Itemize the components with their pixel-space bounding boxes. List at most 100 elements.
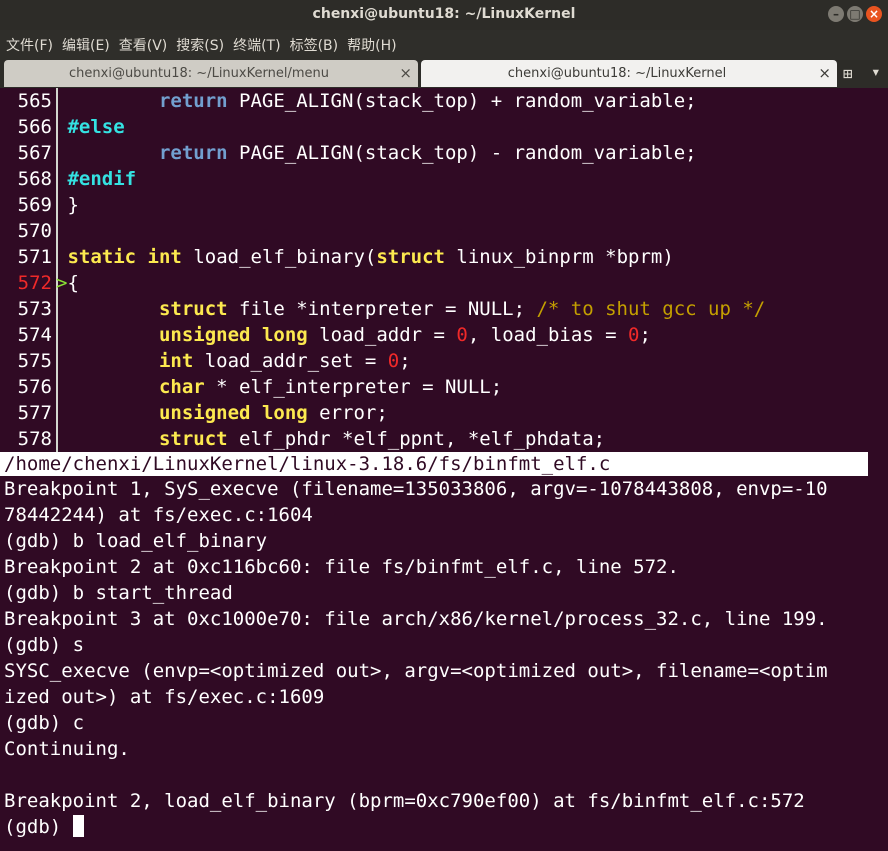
current-line-marker: >	[56, 272, 68, 294]
tab-label: chenxi@ubuntu18: ~/LinuxKernel	[507, 66, 727, 81]
source-code: }	[56, 192, 79, 218]
tab-linuxkernel[interactable]: chenxi@ubuntu18: ~/LinuxKernel ×	[421, 60, 837, 87]
gdb-output-line: Breakpoint 1, SyS_execve (filename=13503…	[4, 478, 828, 500]
code-token: int	[147, 246, 182, 268]
code-token: unsigned	[158, 324, 251, 346]
line-number: 566	[17, 116, 52, 138]
source-code: #else	[56, 114, 125, 140]
menu-view[interactable]: 查看(V)	[119, 35, 168, 55]
terminal-area[interactable]: 565 return PAGE_ALIGN(stack_top) + rando…	[0, 88, 888, 851]
source-code: #endif	[56, 166, 136, 192]
window-titlebar[interactable]: chenxi@ubuntu18: ~/LinuxKernel – □ ×	[0, 0, 888, 30]
line-number: 572	[17, 272, 52, 294]
code-token: return	[158, 142, 228, 164]
line-number: 571	[17, 246, 52, 268]
code-token: long	[261, 402, 308, 424]
code-token: {	[67, 272, 79, 294]
line-number: 574	[17, 324, 52, 346]
menu-edit[interactable]: 编辑(E)	[62, 35, 110, 55]
source-code: unsigned long error;	[56, 400, 388, 426]
minimize-button[interactable]: –	[828, 6, 844, 22]
code-token: }	[67, 194, 79, 216]
code-token: elf_phdr *elf_ppnt, *elf_phdata;	[227, 428, 606, 450]
line-number: 576	[17, 376, 52, 398]
close-tab-icon[interactable]: ×	[818, 64, 831, 82]
gdb-output-line: (gdb) s	[4, 634, 85, 656]
gdb-output-line: Continuing.	[4, 738, 130, 760]
code-token: unsigned	[158, 402, 251, 424]
gdb-output-line: (gdb) c	[4, 712, 85, 734]
code-token: * elf_interpreter = NULL;	[204, 376, 503, 398]
gdb-output-line: (gdb)	[4, 814, 84, 840]
source-code: return PAGE_ALIGN(stack_top) - random_va…	[56, 140, 697, 166]
line-number: 573	[17, 298, 52, 320]
tab-menu-icon[interactable]: ▾	[871, 62, 881, 81]
code-token: PAGE_ALIGN(stack_top) - random_variable;	[227, 142, 697, 164]
gdb-output-line: Breakpoint 2, load_elf_binary (bprm=0xc7…	[4, 790, 805, 812]
line-number: 577	[17, 402, 52, 424]
code-token: 0	[387, 350, 400, 372]
close-tab-icon[interactable]: ×	[399, 64, 412, 82]
code-token: ;	[399, 350, 411, 372]
code-token: ;	[639, 324, 651, 346]
line-number: 569	[17, 194, 52, 216]
code-token: #endif	[67, 168, 137, 190]
code-token: PAGE_ALIGN(stack_top) + random_variable;	[227, 90, 697, 112]
code-token: struct	[158, 298, 228, 320]
code-token: linux_binprm *bprm)	[444, 246, 674, 268]
tab-bar: chenxi@ubuntu18: ~/LinuxKernel/menu × ch…	[0, 60, 888, 88]
menu-file[interactable]: 文件(F)	[6, 35, 53, 55]
code-token: static	[67, 246, 137, 268]
line-number: 575	[17, 350, 52, 372]
source-file-path: /home/chenxi/LinuxKernel/linux-3.18.6/fs…	[0, 452, 868, 476]
code-token: struct	[158, 428, 228, 450]
menu-help[interactable]: 帮助(H)	[347, 35, 396, 55]
code-token: return	[158, 90, 228, 112]
gdb-output-line: Breakpoint 2 at 0xc116bc60: file fs/binf…	[4, 556, 679, 578]
source-code: static int load_elf_binary(struct linux_…	[56, 244, 674, 270]
close-button[interactable]: ×	[866, 6, 882, 22]
source-code: int load_addr_set = 0;	[56, 348, 411, 374]
source-code: return PAGE_ALIGN(stack_top) + random_va…	[56, 88, 697, 114]
gdb-output-line: (gdb) b start_thread	[4, 582, 233, 604]
menu-bar: 文件(F) 编辑(E) 查看(V) 搜索(S) 终端(T) 标签(B) 帮助(H…	[0, 30, 888, 60]
new-tab-icon[interactable]: ⊞	[843, 64, 853, 83]
code-token: struct	[376, 246, 445, 268]
line-number: 570	[17, 220, 52, 242]
code-token: load_addr_set =	[193, 350, 388, 372]
source-code: struct elf_phdr *elf_ppnt, *elf_phdata;	[56, 426, 605, 452]
code-token: load_addr =	[307, 324, 457, 346]
code-token: 0	[456, 324, 468, 346]
line-number: 565	[17, 90, 52, 112]
source-code: >{	[56, 270, 79, 296]
code-token: 0	[628, 324, 640, 346]
code-token: error;	[307, 402, 388, 424]
tab-label: chenxi@ubuntu18: ~/LinuxKernel/menu	[69, 66, 329, 81]
code-token: load_elf_binary(	[181, 246, 377, 268]
maximize-button[interactable]: □	[847, 6, 863, 22]
source-code	[56, 218, 67, 244]
menu-tabs[interactable]: 标签(B)	[290, 35, 339, 55]
code-token: /* to shut gcc up */	[536, 298, 766, 320]
line-number: 567	[17, 142, 52, 164]
code-token: long	[261, 324, 308, 346]
gdb-output-line: SYSC_execve (envp=<optimized out>, argv=…	[4, 660, 828, 682]
menu-terminal[interactable]: 终端(T)	[233, 35, 280, 55]
gdb-output-line: (gdb) b load_elf_binary	[4, 530, 268, 552]
source-code: struct file *interpreter = NULL; /* to s…	[56, 296, 765, 322]
source-code: unsigned long load_addr = 0, load_bias =…	[56, 322, 651, 348]
code-token: int	[158, 350, 194, 372]
code-token: #else	[67, 116, 125, 138]
gdb-output-line: Breakpoint 3 at 0xc1000e70: file arch/x8…	[4, 608, 828, 630]
window-title: chenxi@ubuntu18: ~/LinuxKernel	[312, 6, 576, 22]
line-number: 578	[17, 428, 52, 450]
tab-menu-dir[interactable]: chenxi@ubuntu18: ~/LinuxKernel/menu ×	[4, 60, 418, 87]
menu-search[interactable]: 搜索(S)	[176, 35, 224, 55]
source-code: char * elf_interpreter = NULL;	[56, 374, 502, 400]
gdb-output-line: ized out>) at fs/exec.c:1609	[4, 686, 325, 708]
terminal-cursor	[72, 815, 84, 837]
code-token: file *interpreter = NULL;	[227, 298, 537, 320]
